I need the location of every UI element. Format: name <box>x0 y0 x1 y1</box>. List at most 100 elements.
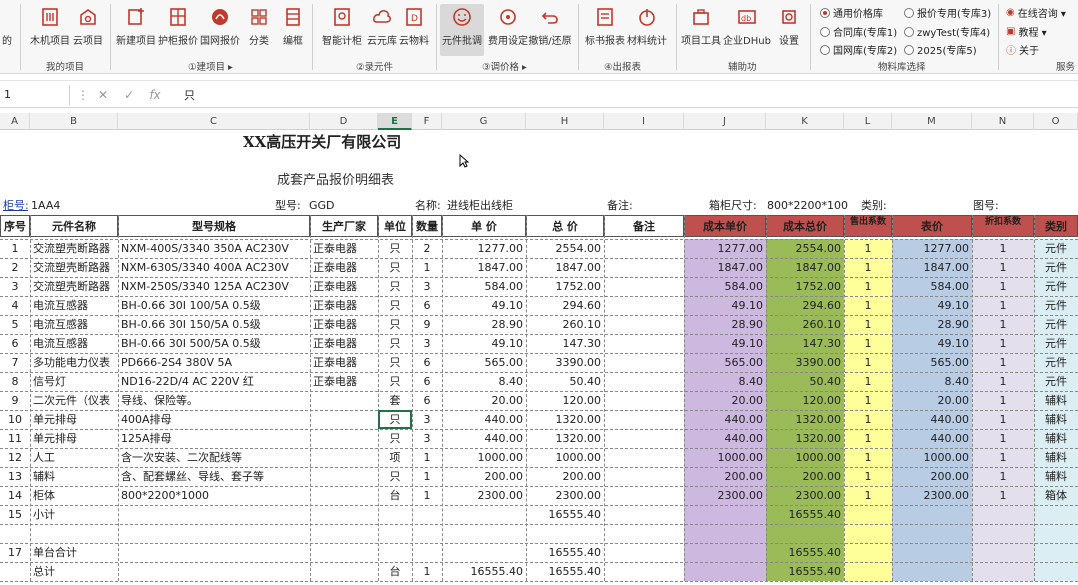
table-cell-list[interactable]: 28.90 <box>892 315 972 334</box>
table-cell-cat[interactable]: 元件 <box>1034 258 1078 277</box>
table-cell-list[interactable]: 440.00 <box>892 429 972 448</box>
table-cell-list[interactable]: 20.00 <box>892 391 972 410</box>
table-cell-spec[interactable]: 导线、保险等。 <box>118 391 310 410</box>
table-cell-cat[interactable]: 辅料 <box>1034 467 1078 486</box>
table-cell-unit[interactable]: 只 <box>378 296 412 315</box>
table-cell-cost_price[interactable] <box>684 562 766 581</box>
table-cell-qty[interactable] <box>412 505 442 524</box>
material-option[interactable]: 国网库(专库2) <box>820 42 897 57</box>
table-header-cell[interactable]: 元件名称 <box>30 215 118 237</box>
table-cell-spec[interactable]: BH-0.66 30Ⅰ 100/5A 0.5级 <box>118 296 310 315</box>
table-cell-cat[interactable] <box>1034 505 1078 524</box>
table-cell-name[interactable] <box>30 524 118 543</box>
table-cell-spec[interactable] <box>118 505 310 524</box>
table-cell-unit[interactable]: 只 <box>378 372 412 391</box>
table-cell-total[interactable]: 16555.40 <box>526 543 604 562</box>
table-cell-spec[interactable]: 含一次安装、二次配线等 <box>118 448 310 467</box>
table-cell-factor[interactable]: 1 <box>844 372 892 391</box>
table-cell-disc[interactable]: 1 <box>972 239 1034 258</box>
table-cell-no[interactable]: 17 <box>0 543 30 562</box>
table-cell-remark[interactable] <box>604 258 684 277</box>
table-cell-no[interactable]: 6 <box>0 334 30 353</box>
table-cell-name[interactable]: 二次元件（仪表 <box>30 391 118 410</box>
table-cell-unit[interactable]: 只 <box>378 353 412 372</box>
table-cell-maker[interactable] <box>310 505 378 524</box>
column-header-c[interactable]: C <box>118 113 310 130</box>
cloud-material-button[interactable]: D 云物料 <box>398 4 430 56</box>
table-header-cell[interactable]: 成本总价 <box>766 215 844 237</box>
model-value[interactable]: GGD <box>306 196 346 215</box>
table-cell-name[interactable]: 交流塑壳断路器 <box>30 258 118 277</box>
table-cell-disc[interactable]: 1 <box>972 372 1034 391</box>
table-cell-list[interactable]: 8.40 <box>892 372 972 391</box>
table-cell-list[interactable] <box>892 524 972 543</box>
table-cell-spec[interactable]: NXM-250S/3340 125A AC230V <box>118 277 310 296</box>
table-cell-remark[interactable] <box>604 296 684 315</box>
table-cell-list[interactable]: 200.00 <box>892 467 972 486</box>
sheet-title[interactable]: XX高压开关厂有限公司 <box>240 133 480 152</box>
table-header-cell[interactable]: 表价 <box>892 215 972 237</box>
table-cell-qty[interactable]: 3 <box>412 277 442 296</box>
table-cell-total[interactable]: 1320.00 <box>526 429 604 448</box>
table-cell-spec[interactable]: NXM-630S/3340 400A AC230V <box>118 258 310 277</box>
table-cell-remark[interactable] <box>604 524 684 543</box>
table-cell-qty[interactable]: 6 <box>412 296 442 315</box>
table-cell-spec[interactable]: BH-0.66 30Ⅰ 150/5A 0.5级 <box>118 315 310 334</box>
table-cell-price[interactable]: 1000.00 <box>442 448 526 467</box>
table-cell-name[interactable]: 辅料 <box>30 467 118 486</box>
table-header-cell[interactable]: 生产厂家 <box>310 215 378 237</box>
table-cell-spec[interactable]: PD666-2S4 380V 5A <box>118 353 310 372</box>
partial-button[interactable]: 的 <box>0 4 14 56</box>
column-header-i[interactable]: I <box>604 113 684 130</box>
table-cell-total[interactable]: 147.30 <box>526 334 604 353</box>
table-cell-list[interactable]: 1847.00 <box>892 258 972 277</box>
table-header-cell[interactable]: 总 价 <box>526 215 604 237</box>
table-cell-list[interactable]: 565.00 <box>892 353 972 372</box>
table-cell-maker[interactable] <box>310 486 378 505</box>
table-cell-unit[interactable]: 只 <box>378 334 412 353</box>
table-cell-qty[interactable]: 3 <box>412 334 442 353</box>
material-option[interactable]: 报价专用(专库3) <box>904 5 991 20</box>
table-cell-total[interactable]: 294.60 <box>526 296 604 315</box>
table-cell-factor[interactable]: 1 <box>844 258 892 277</box>
material-option[interactable]: 通用价格库 <box>820 5 883 20</box>
table-cell-remark[interactable] <box>604 429 684 448</box>
table-cell-price[interactable]: 49.10 <box>442 334 526 353</box>
table-cell-factor[interactable]: 1 <box>844 486 892 505</box>
table-cell-total[interactable]: 120.00 <box>526 391 604 410</box>
table-cell-cat[interactable]: 箱体 <box>1034 486 1078 505</box>
table-cell-price[interactable]: 200.00 <box>442 467 526 486</box>
table-cell-remark[interactable] <box>604 486 684 505</box>
table-cell-disc[interactable]: 1 <box>972 486 1034 505</box>
table-cell-price[interactable]: 28.90 <box>442 315 526 334</box>
column-header-f[interactable]: F <box>412 113 442 130</box>
column-header-d[interactable]: D <box>310 113 378 130</box>
table-cell-spec[interactable] <box>118 543 310 562</box>
table-cell-cat[interactable]: 辅料 <box>1034 410 1078 429</box>
table-cell-cat[interactable]: 辅料 <box>1034 429 1078 448</box>
table-cell-remark[interactable] <box>604 391 684 410</box>
table-cell-cost_total[interactable]: 16555.40 <box>766 562 844 581</box>
table-cell-cost_total[interactable]: 200.00 <box>766 467 844 486</box>
table-cell-remark[interactable] <box>604 315 684 334</box>
table-cell-no[interactable]: 15 <box>0 505 30 524</box>
table-cell-cost_total[interactable]: 3390.00 <box>766 353 844 372</box>
table-cell-maker[interactable]: 正泰电器 <box>310 258 378 277</box>
table-cell-list[interactable]: 440.00 <box>892 410 972 429</box>
table-cell-price[interactable]: 1277.00 <box>442 239 526 258</box>
table-cell-list[interactable]: 2300.00 <box>892 486 972 505</box>
table-cell-name[interactable]: 柜体 <box>30 486 118 505</box>
drawing-label[interactable]: 图号: <box>970 196 1010 215</box>
table-header-cell[interactable]: 型号规格 <box>118 215 310 237</box>
table-cell-unit[interactable] <box>378 524 412 543</box>
table-cell-maker[interactable] <box>310 410 378 429</box>
table-cell-list[interactable]: 584.00 <box>892 277 972 296</box>
table-cell-name[interactable]: 单元排母 <box>30 429 118 448</box>
table-cell-no[interactable]: 9 <box>0 391 30 410</box>
table-cell-factor[interactable]: 1 <box>844 239 892 258</box>
table-cell-cost_total[interactable]: 120.00 <box>766 391 844 410</box>
table-cell-maker[interactable]: 正泰电器 <box>310 239 378 258</box>
table-cell-no[interactable]: 13 <box>0 467 30 486</box>
table-cell-spec[interactable] <box>118 524 310 543</box>
table-cell-factor[interactable]: 1 <box>844 334 892 353</box>
